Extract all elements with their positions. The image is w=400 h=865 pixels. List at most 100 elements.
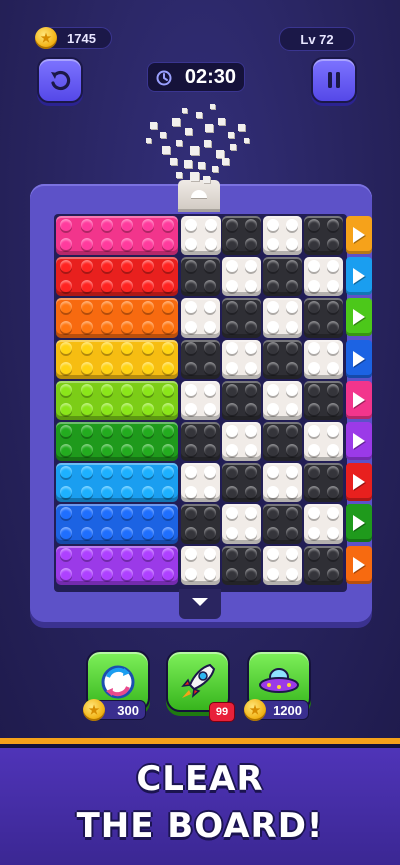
stud <box>204 548 217 561</box>
stud <box>60 238 73 251</box>
checker-tile[interactable] <box>304 422 343 462</box>
arrow-tile[interactable] <box>346 545 372 584</box>
checker-tile[interactable] <box>304 339 343 379</box>
checker-tile-rising[interactable] <box>181 216 221 256</box>
checker-tile[interactable] <box>304 257 343 297</box>
particle <box>218 118 225 125</box>
arrow-tile[interactable] <box>346 298 372 337</box>
checker-tile[interactable] <box>181 463 220 503</box>
checker-tile[interactable] <box>263 380 302 420</box>
stud <box>245 444 258 457</box>
checker-tile[interactable] <box>222 504 261 544</box>
checker-tile[interactable] <box>222 422 261 462</box>
undo-button[interactable] <box>37 57 83 103</box>
checker-tile[interactable] <box>304 463 343 503</box>
checker-tile[interactable] <box>263 257 302 297</box>
stud <box>141 320 154 333</box>
stud <box>266 361 279 374</box>
stud <box>204 567 217 580</box>
checker-tile[interactable] <box>263 545 302 585</box>
stud <box>307 320 320 333</box>
stud <box>100 320 113 333</box>
checker-tile[interactable] <box>222 339 261 379</box>
checker-tile[interactable] <box>263 463 302 503</box>
checker-tile[interactable] <box>263 339 302 379</box>
colored-brick-row-3[interactable] <box>56 298 178 338</box>
stud <box>60 526 73 539</box>
checker-tile[interactable] <box>222 463 261 503</box>
colored-brick-row-1[interactable] <box>56 216 178 256</box>
colored-brick-row-4[interactable] <box>56 339 178 379</box>
checker-tile[interactable] <box>304 216 343 256</box>
stud <box>161 403 174 416</box>
stud <box>184 383 197 396</box>
colored-brick-row-6[interactable] <box>56 422 178 462</box>
colored-brick-row-2[interactable] <box>56 257 178 297</box>
colored-brick-row-7[interactable] <box>56 463 178 503</box>
checker-tile[interactable] <box>222 257 261 297</box>
colored-brick-row-5[interactable] <box>56 380 178 420</box>
checker-tile[interactable] <box>263 422 302 462</box>
stud <box>184 526 197 539</box>
stud <box>327 424 340 437</box>
arrow-tile[interactable] <box>346 380 372 419</box>
checker-tile[interactable] <box>304 380 343 420</box>
checker-tile[interactable] <box>263 504 302 544</box>
stud <box>205 218 217 231</box>
stud <box>121 526 134 539</box>
arrow-tile[interactable] <box>346 463 372 502</box>
arrow-tile[interactable] <box>346 422 372 460</box>
checker-tile[interactable] <box>304 504 343 544</box>
stud <box>161 301 174 314</box>
stud <box>204 465 217 478</box>
checker-tile[interactable] <box>181 298 220 338</box>
checker-tile[interactable] <box>181 545 220 585</box>
stud <box>286 465 299 478</box>
checker-tile[interactable] <box>181 380 220 420</box>
stud <box>80 465 93 478</box>
checker-tile[interactable] <box>181 504 220 544</box>
stud <box>100 567 113 580</box>
stud <box>80 301 93 314</box>
checker-tile[interactable] <box>304 298 343 338</box>
arrow-tile[interactable] <box>346 339 372 378</box>
stud <box>161 526 174 539</box>
colored-brick-row-8[interactable] <box>56 504 178 544</box>
checker-tile[interactable] <box>222 545 261 585</box>
level-indicator: Lv 72 <box>279 27 355 51</box>
checker-tile[interactable] <box>263 298 302 338</box>
colored-brick-row-9[interactable] <box>56 545 178 585</box>
stud <box>307 485 320 498</box>
stud <box>80 383 93 396</box>
stud <box>80 218 93 231</box>
arrow-tile[interactable] <box>346 504 372 543</box>
checker-tile[interactable] <box>181 257 220 297</box>
stud <box>286 238 299 251</box>
arrow-tile[interactable] <box>346 216 372 254</box>
stud <box>184 424 197 437</box>
checker-tile[interactable] <box>222 380 261 420</box>
stud <box>327 507 340 520</box>
checker-tile[interactable] <box>222 216 261 256</box>
stud <box>60 342 73 355</box>
stud <box>60 259 73 272</box>
banner-title-line-2: THE BOARD! <box>76 806 324 846</box>
checker-tile[interactable] <box>181 422 220 462</box>
stud <box>327 301 340 314</box>
bottom-exit-gate[interactable] <box>179 589 221 619</box>
pause-button[interactable] <box>311 57 357 103</box>
stud <box>161 259 174 272</box>
stud <box>100 485 113 498</box>
stud <box>225 507 238 520</box>
stud <box>100 507 113 520</box>
checker-tile[interactable] <box>222 298 261 338</box>
checker-tile[interactable] <box>304 545 343 585</box>
stud <box>327 465 340 478</box>
stud <box>307 342 320 355</box>
checker-tile[interactable] <box>263 216 302 256</box>
arrow-tile[interactable] <box>346 257 372 296</box>
stud <box>184 361 197 374</box>
stud <box>204 279 217 292</box>
checker-tile[interactable] <box>181 339 220 379</box>
stud <box>184 507 197 520</box>
